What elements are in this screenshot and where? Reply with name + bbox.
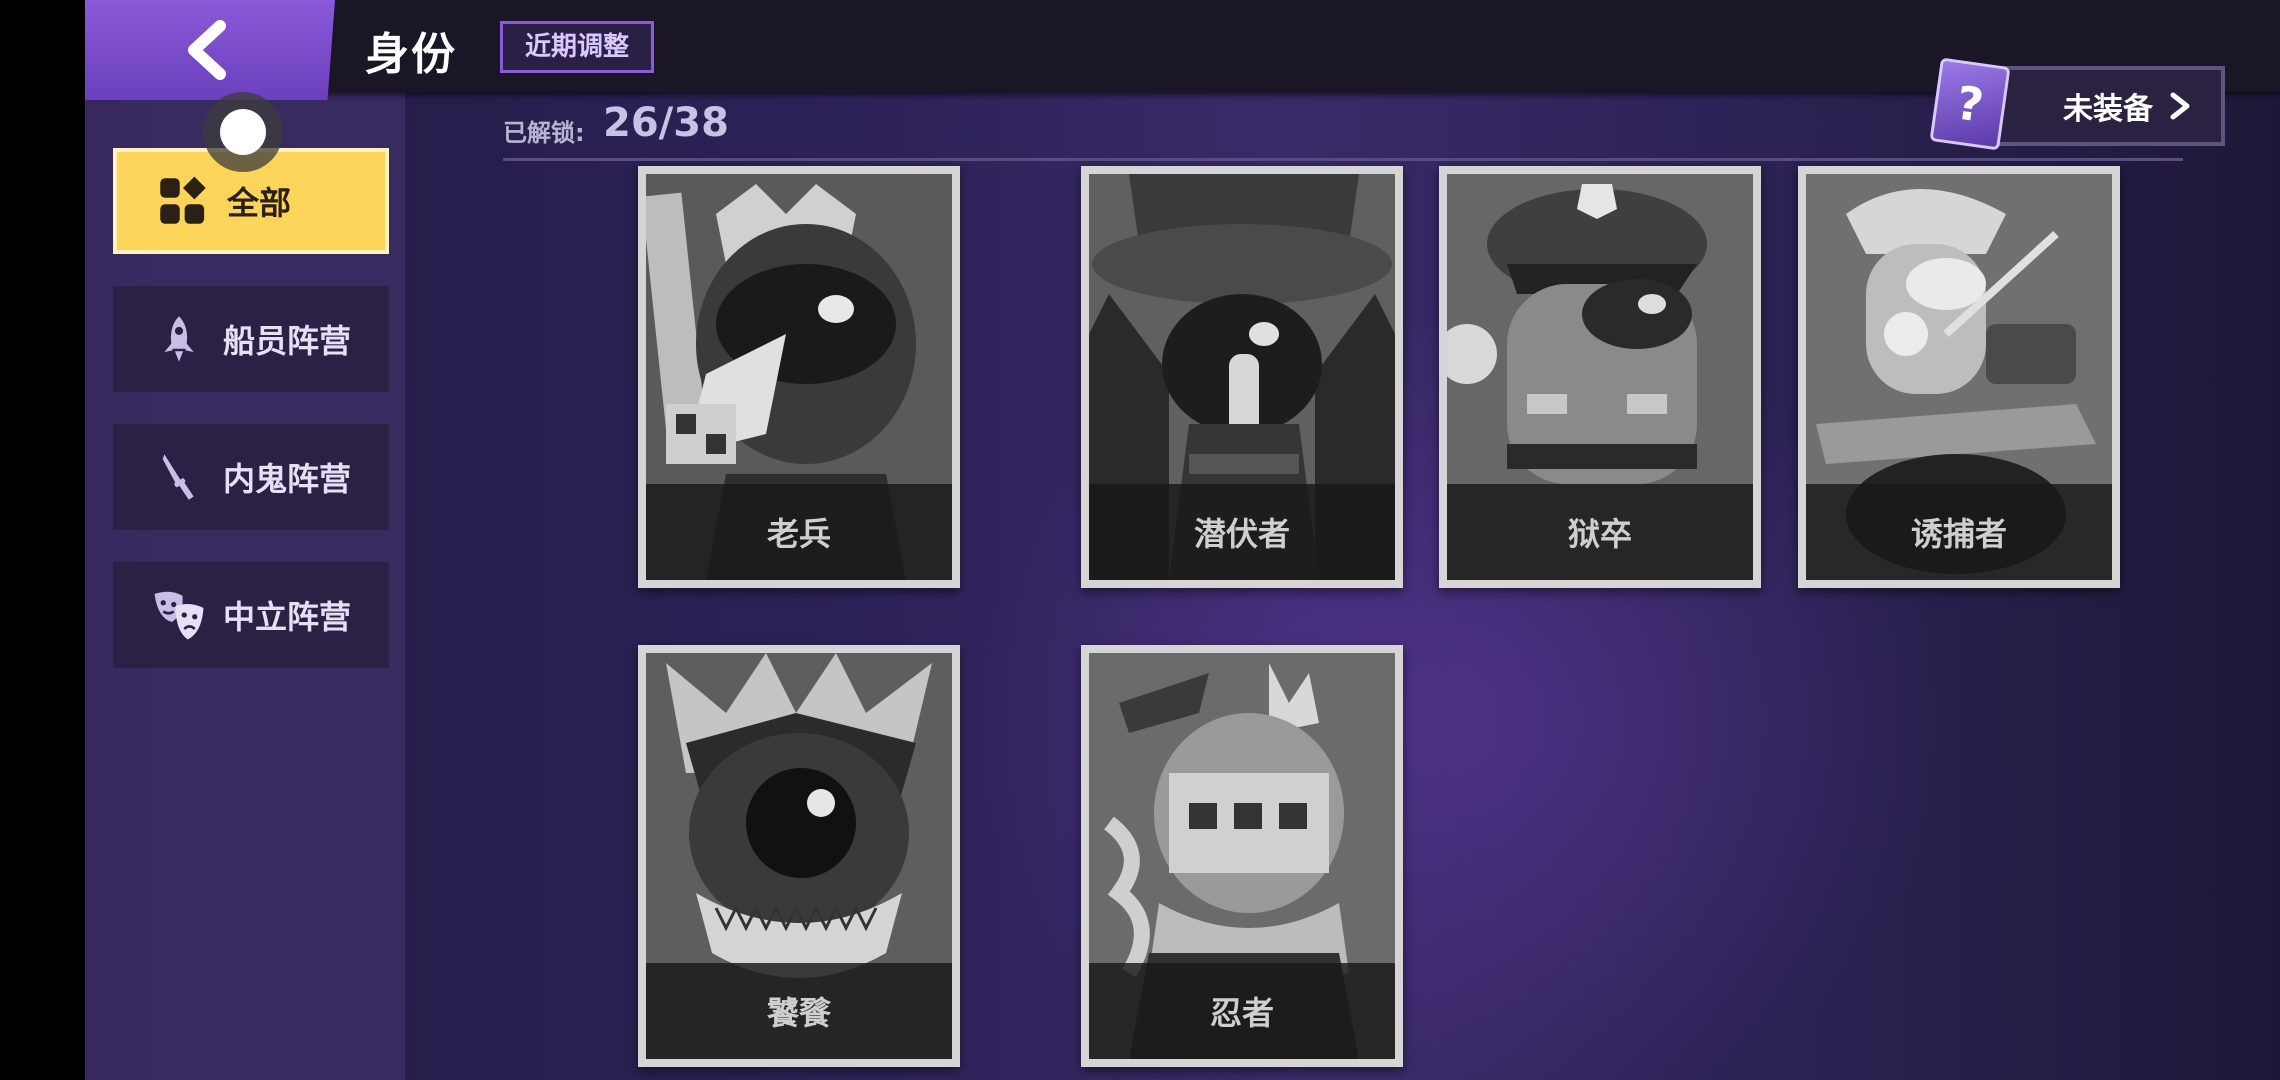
sidebar-item-neutral[interactable]: 中立阵营 [113,562,389,668]
assistive-touch-button[interactable] [203,92,283,172]
knife-icon [147,445,211,509]
role-card-ninja[interactable]: 忍者 [1081,645,1403,1067]
grid-icon [151,169,215,233]
back-button[interactable] [85,0,335,100]
sidebar-item-label: 船员阵营 [223,322,352,360]
role-name: 忍者 [1209,994,1274,1032]
unlocked-label: 已解锁: [503,119,585,147]
role-name: 狱卒 [1567,515,1632,553]
role-name-band: 潜伏者 [1089,484,1395,580]
sidebar-item-crew[interactable]: 船员阵营 [113,286,389,392]
rocket-icon [147,307,211,371]
role-card-trapper[interactable]: 诱捕者 [1798,166,2120,588]
theater-masks-icon [147,583,211,647]
unlocked-count: 26/38 [603,100,729,146]
chevron-left-icon [188,20,226,80]
role-name-band: 狱卒 [1447,484,1753,580]
role-card-veteran[interactable]: 老兵 [638,166,960,588]
page-title: 身份 [365,29,457,80]
role-card-lurker[interactable]: 潜伏者 [1081,166,1403,588]
sidebar-item-label: 中立阵营 [223,598,352,636]
role-name: 潜伏者 [1193,515,1290,553]
identity-screen: 全部 船员阵营 内鬼阵营 中立阵营 身份 近期调整 已解锁: 26/38 未装备… [85,0,2280,1080]
equip-label: 未装备 [2063,92,2153,127]
chevron-right-icon [2170,92,2190,120]
role-name: 老兵 [766,515,831,553]
role-name-band: 诱捕者 [1806,484,2112,580]
sidebar-item-impostor[interactable]: 内鬼阵营 [113,424,389,530]
role-name: 诱捕者 [1910,515,2007,553]
role-name-band: 饕餮 [646,963,952,1059]
unknown-card-icon[interactable]: ? [1929,57,2011,151]
role-name-band: 忍者 [1089,963,1395,1059]
role-name: 饕餮 [766,994,831,1032]
role-card-taotie[interactable]: 饕餮 [638,645,960,1067]
divider [503,158,2183,161]
role-card-jailer[interactable]: 狱卒 [1439,166,1761,588]
role-name-band: 老兵 [646,484,952,580]
equip-button[interactable]: 未装备 [1985,66,2225,146]
faction-sidebar: 全部 船员阵营 内鬼阵营 中立阵营 [85,92,405,1080]
sidebar-item-label: 全部 [227,184,292,222]
sidebar-item-label: 内鬼阵营 [223,460,352,498]
recent-adjustments-button[interactable]: 近期调整 [500,21,655,73]
